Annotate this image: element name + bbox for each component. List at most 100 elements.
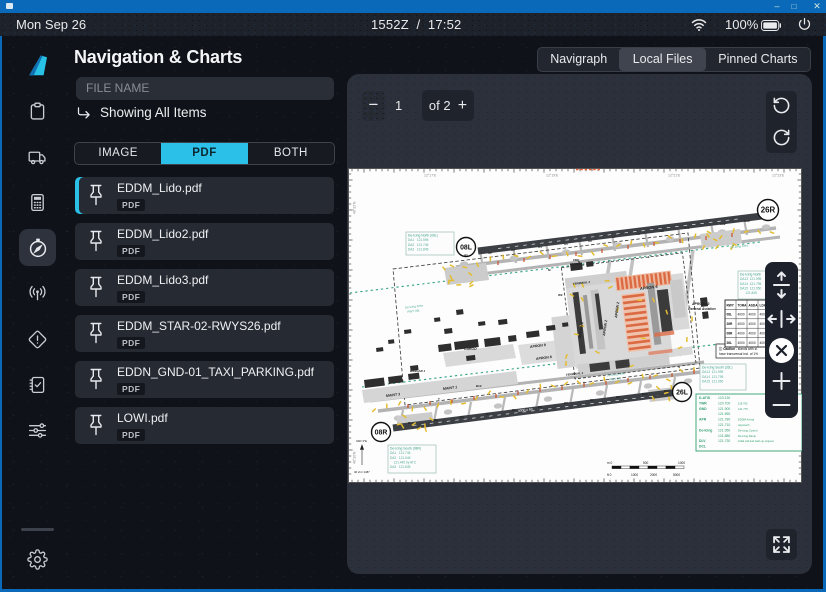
svg-text:08R: 08R xyxy=(375,429,388,436)
svg-text:26L: 26L xyxy=(676,389,688,396)
svg-text:B9: B9 xyxy=(616,395,620,399)
svg-text:TWR: TWR xyxy=(699,401,707,405)
svg-text:S: S xyxy=(678,365,680,369)
svg-text:DA3 121.845: DA3 121.845 xyxy=(408,247,429,251)
svg-text:A12: A12 xyxy=(720,222,726,226)
svg-text:121.900: 121.900 xyxy=(718,407,730,411)
svg-text:DA2 121.745: DA2 121.745 xyxy=(408,243,429,247)
svg-text:A7: A7 xyxy=(612,235,616,239)
svg-text:500: 500 xyxy=(643,461,649,465)
svg-text:De-Icing South (08R): De-Icing South (08R) xyxy=(390,447,421,451)
svg-text:A3: A3 xyxy=(511,248,515,252)
svg-text:40 t/m² 1487: 40 t/m² 1487 xyxy=(354,470,370,474)
svg-text:VAR 3°E: VAR 3°E xyxy=(356,439,367,443)
svg-text:B8: B8 xyxy=(590,398,594,402)
svg-text:DA1 121.595: DA1 121.595 xyxy=(408,238,429,242)
svg-text:m 0: m 0 xyxy=(607,461,613,465)
svg-text:B1: B1 xyxy=(408,421,412,425)
svg-text:T: T xyxy=(438,397,440,401)
svg-text:A9: A9 xyxy=(660,229,664,233)
svg-text:12°17'E: 12°17'E xyxy=(424,174,437,178)
svg-text:General Aviation: General Aviation xyxy=(688,307,716,311)
svg-text:CARGO: CARGO xyxy=(464,347,477,351)
svg-text:DA14 121.795: DA14 121.795 xyxy=(702,375,723,379)
svg-text:26R: 26R xyxy=(727,322,734,326)
svg-text:A8: A8 xyxy=(636,232,640,236)
svg-text:12°23'E: 12°23'E xyxy=(772,174,785,178)
svg-text:4000: 4000 xyxy=(749,341,756,345)
svg-text:De-Icing Control: De-Icing Control xyxy=(738,428,758,432)
svg-text:TORA: TORA xyxy=(738,303,748,307)
svg-text:De-Icing North: De-Icing North xyxy=(740,273,761,277)
svg-text:A1: A1 xyxy=(464,253,468,257)
svg-text:48°22'N: 48°22'N xyxy=(353,201,357,214)
svg-text:De-Icing South (26L): De-Icing South (26L) xyxy=(702,366,732,370)
svg-text:A6: A6 xyxy=(588,239,592,243)
svg-text:08L: 08L xyxy=(727,313,733,317)
svg-text:121.950: 121.950 xyxy=(718,428,730,432)
svg-text:DA1 121.745: DA1 121.745 xyxy=(390,451,411,455)
svg-text:26L: 26L xyxy=(727,341,733,345)
svg-text:A10: A10 xyxy=(684,226,690,230)
svg-text:B11: B11 xyxy=(664,389,670,393)
svg-text:1000: 1000 xyxy=(678,461,685,465)
svg-text:DLV: DLV xyxy=(699,439,706,443)
svg-text:De-Icing Ramp: De-Icing Ramp xyxy=(738,434,756,438)
svg-text:4000: 4000 xyxy=(738,341,745,345)
svg-text:B5: B5 xyxy=(512,408,516,412)
svg-text:B2: B2 xyxy=(434,418,438,422)
svg-text:4000: 4000 xyxy=(749,322,756,326)
svg-text:1000: 1000 xyxy=(631,473,638,477)
svg-text:B12: B12 xyxy=(476,384,482,388)
svg-text:B3: B3 xyxy=(460,415,464,419)
svg-text:121.780: 121.780 xyxy=(718,418,730,422)
svg-text:have transversal incl. of 1%: have transversal incl. of 1% xyxy=(719,352,758,356)
svg-text:DA2 121.645: DA2 121.645 xyxy=(390,456,411,460)
svg-text:121.730: 121.730 xyxy=(718,439,730,443)
svg-text:5000: 5000 xyxy=(673,473,680,477)
svg-text:123.130: 123.130 xyxy=(718,396,730,400)
svg-text:4000: 4000 xyxy=(738,332,745,336)
svg-text:ft 0: ft 0 xyxy=(607,473,612,477)
svg-text:4000: 4000 xyxy=(738,322,745,326)
svg-text:N: N xyxy=(578,260,580,264)
svg-text:Approach: Approach xyxy=(738,423,750,427)
svg-text:12°19'E: 12°19'E xyxy=(546,174,559,178)
svg-text:ASDA: ASDA xyxy=(749,303,759,307)
svg-text:A5: A5 xyxy=(564,242,568,246)
svg-text:initial call and start-up requ: initial call and start-up request xyxy=(738,439,774,443)
svg-text:DA15 121.950: DA15 121.950 xyxy=(740,286,761,290)
svg-text:RWY: RWY xyxy=(727,303,735,307)
svg-text:121.710: 121.710 xyxy=(718,423,730,427)
svg-text:W2: W2 xyxy=(558,293,563,297)
svg-text:L: L xyxy=(648,255,650,259)
svg-text:08L: 08L xyxy=(460,244,472,251)
svg-text:DA14 121.795: DA14 121.795 xyxy=(740,282,761,286)
svg-text:2000: 2000 xyxy=(650,473,657,477)
svg-text:DA3 121.845: DA3 121.845 xyxy=(390,465,411,469)
svg-text:08R: 08R xyxy=(727,332,734,336)
svg-text:12°21'E: 12°21'E xyxy=(668,174,681,178)
svg-text:B10: B10 xyxy=(642,392,648,396)
svg-text:APR: APR xyxy=(699,418,707,422)
svg-text:DA13 121.995: DA13 121.995 xyxy=(702,370,723,374)
svg-text:B6: B6 xyxy=(538,405,542,409)
svg-text:4000: 4000 xyxy=(738,313,745,317)
svg-text:HANGAR 1: HANGAR 1 xyxy=(410,369,425,373)
svg-text:B7: B7 xyxy=(564,401,568,405)
svg-text:A13: A13 xyxy=(744,219,750,223)
svg-text:GND: GND xyxy=(699,407,707,411)
svg-text:De-Icing North (08L): De-Icing North (08L) xyxy=(408,234,438,238)
svg-text:4000: 4000 xyxy=(749,313,756,317)
svg-text:A4: A4 xyxy=(538,245,542,249)
svg-text:118.705: 118.705 xyxy=(738,401,748,405)
svg-text:121.445 by ATC: 121.445 by ATC xyxy=(390,460,417,464)
svg-text:DA13 121.995: DA13 121.995 xyxy=(740,277,761,281)
svg-text:120.700: 120.700 xyxy=(718,401,730,405)
svg-text:121.775: 121.775 xyxy=(738,407,748,411)
svg-text:B4: B4 xyxy=(486,412,490,416)
svg-text:EDDM Arrival: EDDM Arrival xyxy=(738,418,755,422)
svg-text:D-ATIS: D-ATIS xyxy=(699,396,711,400)
svg-text:DCL: DCL xyxy=(699,445,706,449)
svg-text:4000: 4000 xyxy=(749,332,756,336)
